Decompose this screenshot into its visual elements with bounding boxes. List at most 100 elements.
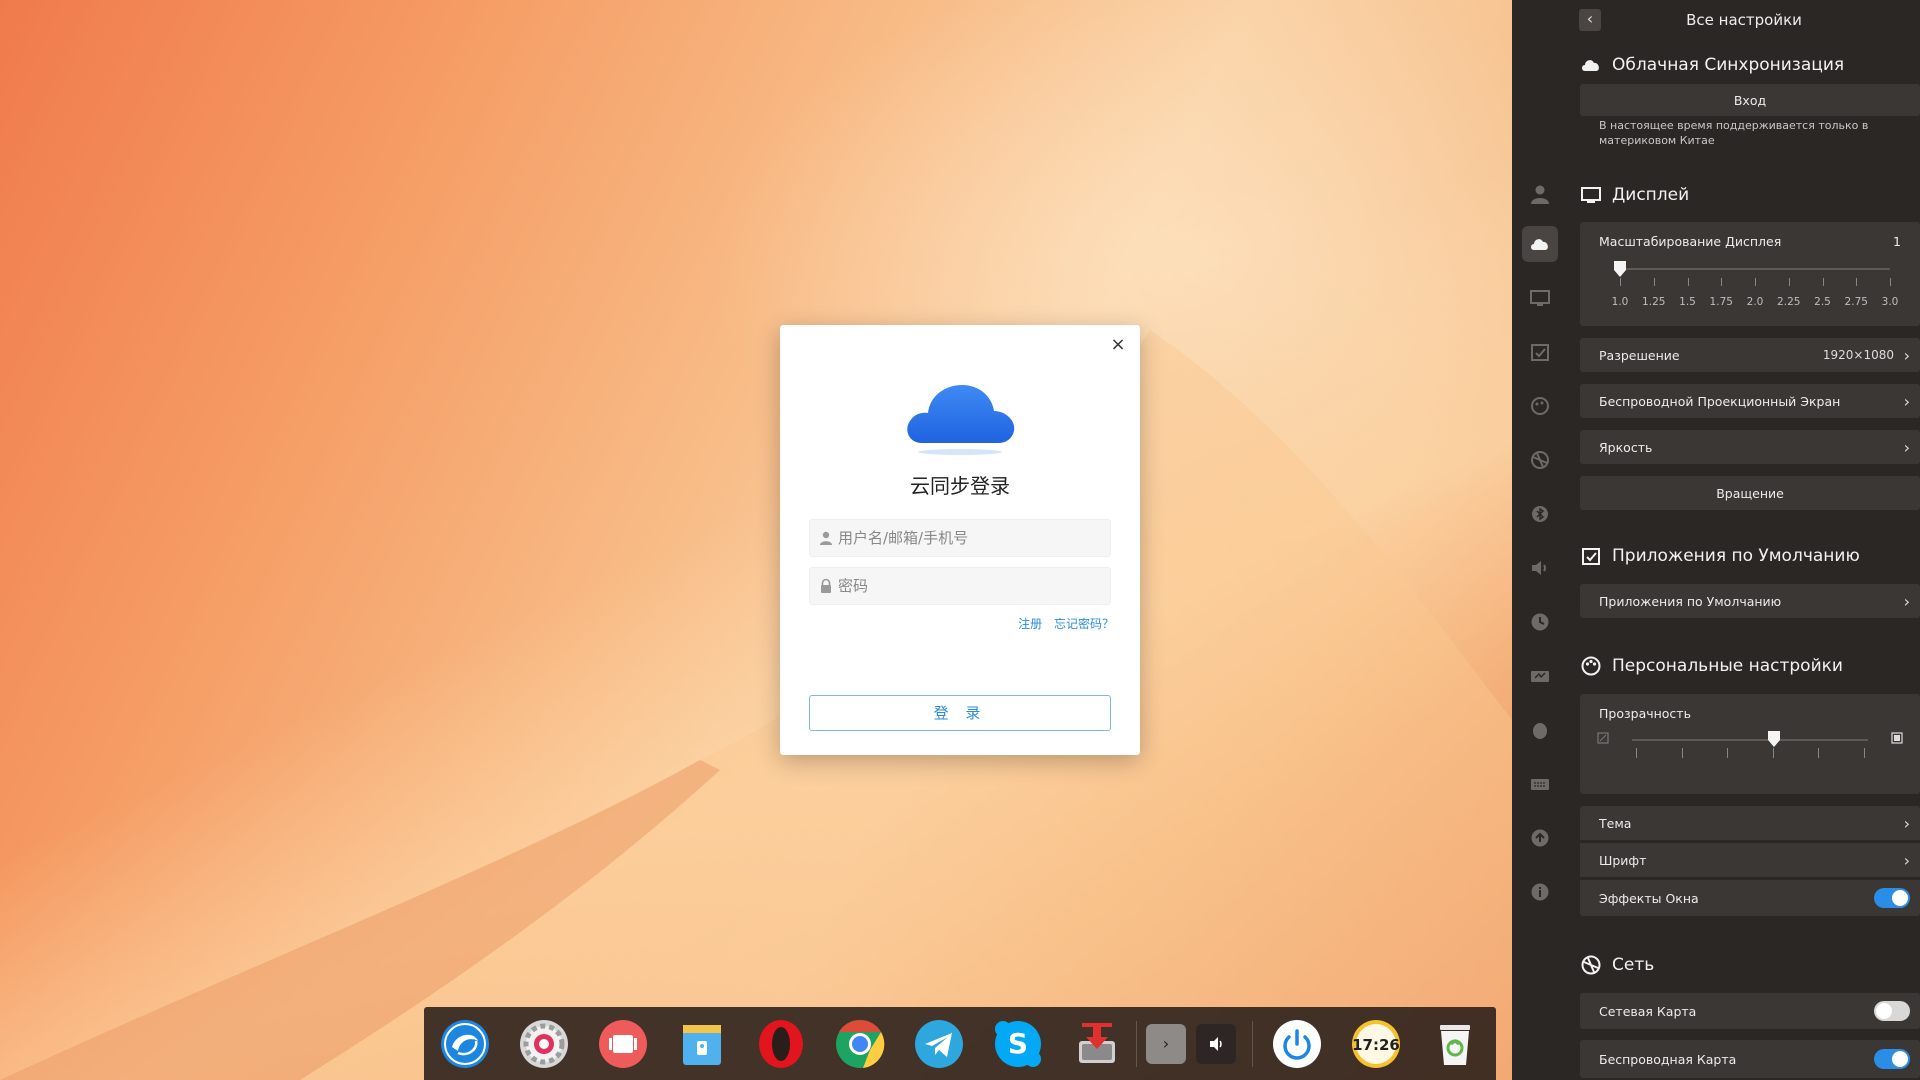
chevron-right-icon: › (1903, 591, 1910, 611)
scaling-tick (1620, 278, 1621, 286)
transparency-low-icon (1597, 732, 1609, 744)
display-heading-text: Дисплей (1612, 185, 1690, 205)
tray-expand-icon[interactable]: › (1146, 1024, 1186, 1064)
transparency-card: Прозрачность (1580, 694, 1920, 794)
theme-row[interactable]: Тема › (1580, 806, 1920, 840)
username-field[interactable] (809, 519, 1111, 557)
scaling-tick (1653, 278, 1655, 286)
wireless-card-toggle[interactable] (1874, 1049, 1910, 1069)
bluetooth-icon[interactable] (1522, 496, 1558, 532)
skype-icon[interactable]: S (991, 1017, 1045, 1071)
opera-icon[interactable] (754, 1017, 808, 1071)
brightness-row[interactable]: Яркость › (1580, 430, 1920, 464)
font-row[interactable]: Шрифт › (1580, 843, 1920, 877)
username-input[interactable] (838, 529, 1110, 547)
clock-time: 17:26 (1352, 1036, 1400, 1054)
wireless-display-label: Беспроводной Проекционный Экран (1599, 393, 1841, 409)
system-info-icon[interactable] (1522, 874, 1558, 910)
personalization-icon[interactable] (1522, 388, 1558, 424)
resolution-row[interactable]: Разрешение 1920×1080 › (1580, 338, 1920, 372)
default-apps-icon[interactable] (1522, 334, 1558, 370)
default-apps-heading: Приложения по Умолчанию (1580, 541, 1860, 571)
brightness-label: Яркость (1599, 439, 1653, 455)
datetime-icon[interactable] (1522, 604, 1558, 640)
scaling-label: Масштабирование Дисплея (1599, 234, 1782, 249)
desktop-wallpaper (0, 0, 1512, 1080)
transparency-high-icon (1891, 732, 1903, 744)
power-settings-icon[interactable] (1522, 658, 1558, 694)
power-icon[interactable] (1270, 1017, 1324, 1071)
trash-icon[interactable] (1428, 1017, 1482, 1071)
account-icon[interactable] (1522, 176, 1558, 212)
dialog-title: 云同步登录 (910, 474, 1010, 498)
scaling-tick-label: 1.75 (1709, 296, 1733, 308)
settings-sidebar (1512, 0, 1568, 1080)
personalization-heading-text: Персональные настройки (1612, 656, 1843, 676)
font-label: Шрифт (1599, 852, 1647, 868)
transparency-tick (1727, 748, 1729, 758)
password-input[interactable] (838, 577, 1110, 595)
network-heading: Сеть (1580, 950, 1654, 980)
mouse-icon[interactable] (1522, 712, 1558, 748)
close-icon[interactable]: × (1108, 335, 1128, 355)
scaling-tick-label: 1.0 (1611, 296, 1629, 308)
scaling-tick-label: 2.75 (1844, 296, 1868, 308)
wired-card-row: Сетевая Карта (1580, 993, 1920, 1029)
theme-label: Тема (1599, 815, 1632, 831)
scaling-tick-label: 2.0 (1746, 296, 1764, 308)
settings-icon[interactable] (517, 1017, 571, 1071)
cloud-sync-icon[interactable] (1522, 226, 1558, 262)
wired-card-toggle[interactable] (1874, 1001, 1910, 1021)
scaling-tick-label: 2.25 (1777, 296, 1801, 308)
forgot-password-link[interactable]: 忘记密码？ (1054, 617, 1114, 631)
wireless-card-label: Беспроводная Карта (1599, 1051, 1737, 1067)
monitor-icon (1581, 187, 1601, 203)
transparency-tick (1681, 748, 1683, 758)
login-button[interactable]: 登 录 (809, 695, 1111, 731)
password-field[interactable] (809, 567, 1111, 605)
installer-icon[interactable] (1070, 1017, 1124, 1071)
transparency-slider-handle[interactable] (1767, 730, 1781, 748)
window-effects-toggle[interactable] (1874, 888, 1910, 908)
default-apps-row[interactable]: Приложения по Умолчанию › (1580, 584, 1920, 618)
network-heading-text: Сеть (1612, 955, 1655, 975)
scaling-tick (1721, 278, 1723, 286)
scaling-tick (1890, 278, 1891, 286)
transparency-slider-track[interactable] (1632, 739, 1868, 741)
network-globe-icon (1581, 955, 1601, 975)
svg-text:S: S (1008, 1027, 1028, 1060)
screen-recorder-icon[interactable] (596, 1017, 650, 1071)
cloud-logo-icon (907, 385, 1015, 455)
volume-icon[interactable] (1196, 1024, 1236, 1064)
chrome-icon[interactable] (833, 1017, 887, 1071)
cloud-sync-heading: Облачная Синхронизация (1580, 50, 1844, 80)
display-icon[interactable] (1522, 280, 1558, 316)
wireless-display-row[interactable]: Беспроводной Проекционный Экран › (1580, 384, 1920, 418)
telegram-icon[interactable] (912, 1017, 966, 1071)
transparency-label: Прозрачность (1599, 706, 1691, 721)
launcher-icon[interactable] (438, 1017, 492, 1071)
clock-icon[interactable]: 17:26 (1349, 1017, 1403, 1071)
dune-shape (0, 330, 1512, 1080)
register-link[interactable]: 注册 (1018, 617, 1042, 631)
chevron-right-icon: › (1903, 850, 1910, 870)
scaling-slider-handle[interactable] (1613, 260, 1627, 278)
cloud-note: В настоящее время поддерживается только … (1599, 119, 1869, 147)
network-icon[interactable] (1522, 442, 1558, 478)
transparency-tick (1818, 748, 1820, 758)
default-apps-heading-text: Приложения по Умолчанию (1612, 546, 1860, 566)
keyboard-icon[interactable] (1522, 766, 1558, 802)
file-manager-icon[interactable] (675, 1017, 729, 1071)
wired-card-label: Сетевая Карта (1599, 1003, 1697, 1019)
update-icon[interactable] (1522, 820, 1558, 856)
settings-header: ‹ Все настройки (1568, 0, 1920, 40)
palette-icon (1581, 656, 1601, 676)
cloud-sync-heading-text: Облачная Синхронизация (1612, 55, 1845, 75)
default-apps-icon (1582, 548, 1600, 565)
sound-icon[interactable] (1522, 550, 1558, 586)
user-icon (820, 531, 832, 545)
cloud-login-button[interactable]: Вход (1580, 84, 1920, 116)
rotation-button[interactable]: Вращение (1580, 476, 1920, 510)
dock-separator (1136, 1021, 1137, 1067)
scaling-slider-track[interactable] (1620, 268, 1890, 270)
